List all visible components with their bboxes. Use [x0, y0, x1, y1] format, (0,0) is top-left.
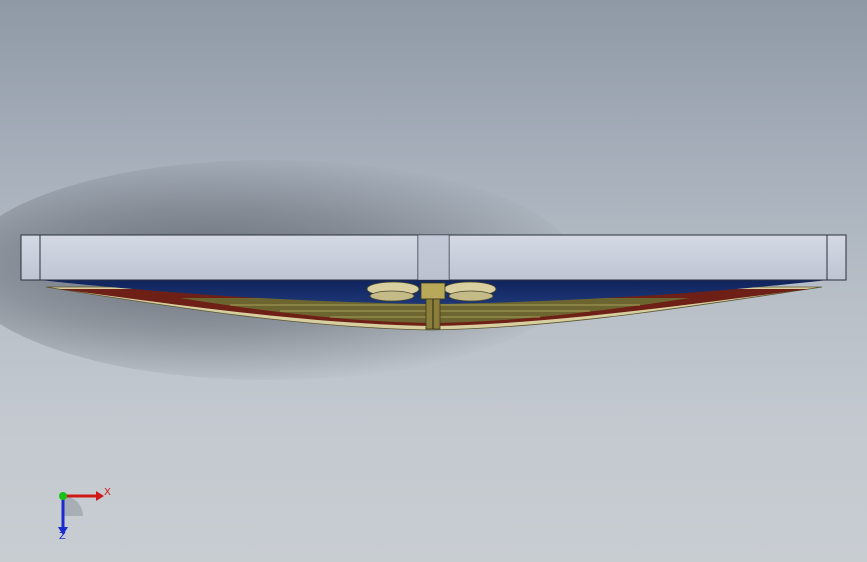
model-view[interactable]	[0, 0, 867, 562]
orientation-triad: X Z	[44, 482, 114, 544]
x-axis-label: X	[104, 487, 111, 498]
graphics-viewport[interactable]: X Z	[0, 0, 867, 562]
z-axis-label: Z	[59, 531, 66, 542]
top-plate[interactable]	[20, 234, 847, 281]
